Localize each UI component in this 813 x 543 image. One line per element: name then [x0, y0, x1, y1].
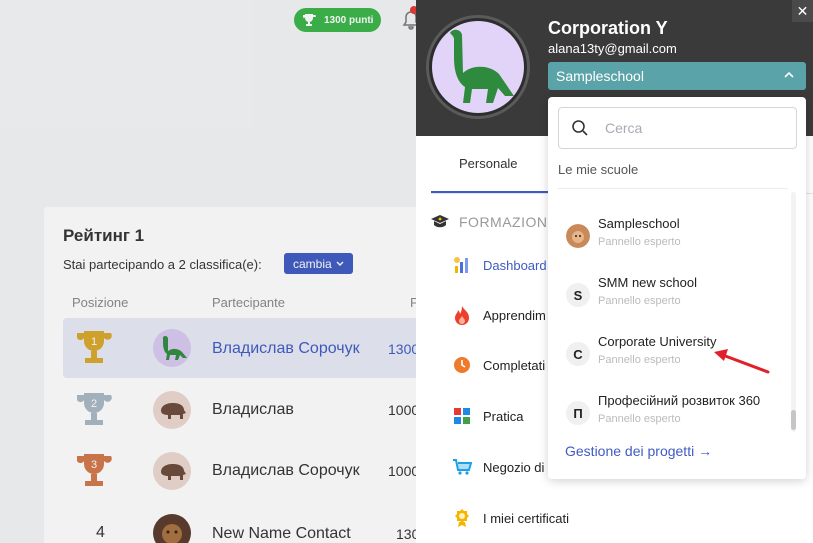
list-divider: [558, 188, 788, 189]
manage-projects-link[interactable]: Gestione dei progetti →: [565, 443, 712, 459]
dog-icon: [566, 224, 590, 248]
annotation-arrow: [714, 349, 770, 374]
organization-name: Corporation Y: [548, 18, 668, 38]
chart-icon: [452, 255, 472, 275]
scrollbar[interactable]: [791, 192, 796, 432]
close-button[interactable]: ✕: [792, 0, 813, 22]
menu-item-learning[interactable]: Apprendim: [452, 305, 546, 325]
chevron-up-icon: [784, 71, 794, 78]
school-item-profdev[interactable]: П Професійний розвиток 360 Pannello espe…: [566, 391, 786, 435]
menu-item-certificates[interactable]: I miei certificati: [452, 508, 569, 528]
school-logo: П: [566, 401, 590, 425]
menu-item-practice[interactable]: Pratica: [452, 406, 523, 426]
badge-icon: [452, 508, 472, 528]
my-schools-label: Le mie scuole: [558, 162, 639, 177]
school-role: Pannello esperto: [598, 413, 681, 425]
school-name: Sampleschool: [598, 216, 680, 231]
account-email: alana13ty@gmail.com: [548, 41, 677, 56]
menu-item-label: Dashboard: [483, 257, 547, 273]
menu-item-label: Negozio di: [483, 459, 545, 475]
fire-icon: [452, 305, 472, 325]
tab-personal[interactable]: Personale: [459, 156, 518, 171]
search-box[interactable]: [558, 107, 797, 149]
menu-item-label: Apprendim: [483, 307, 546, 323]
section-title: FORMAZION: [459, 214, 548, 230]
selected-school: Sampleschool: [556, 68, 644, 84]
school-name: Професійний розвиток 360: [598, 393, 761, 408]
menu-item-label: Pratica: [483, 408, 524, 424]
school-role: Pannello esperto: [598, 354, 681, 366]
section-header: FORMAZION: [430, 214, 548, 230]
school-item-smm[interactable]: S SMM new school Pannello esperto: [566, 273, 786, 317]
search-icon: [572, 120, 588, 136]
school-logo: [566, 224, 590, 248]
school-logo: S: [566, 283, 590, 307]
school-name: SMM new school: [598, 275, 697, 290]
search-input[interactable]: [605, 120, 775, 136]
menu-item-label: I miei certificati: [483, 510, 569, 526]
menu-item-completed[interactable]: Completati: [452, 355, 545, 375]
school-select[interactable]: Sampleschool: [548, 62, 806, 90]
school-item-sampleschool[interactable]: Sampleschool Pannello esperto: [566, 214, 786, 258]
menu-item-store[interactable]: Negozio di: [452, 457, 544, 477]
school-role: Pannello esperto: [598, 236, 681, 248]
school-dropdown: Le mie scuole Sampleschool Pannello espe…: [548, 97, 806, 479]
tab-active-indicator: [431, 191, 551, 193]
organization-avatar[interactable]: [432, 21, 524, 113]
scroll-thumb[interactable]: [791, 410, 796, 430]
school-name: Corporate University: [598, 334, 717, 349]
school-role: Pannello esperto: [598, 295, 681, 307]
clock-icon: [452, 355, 472, 375]
school-logo: C: [566, 342, 590, 366]
menu-item-dashboard[interactable]: Dashboard: [452, 255, 547, 275]
graduation-cap-icon: [431, 215, 449, 228]
cart-icon: [452, 457, 472, 477]
tiles-icon: [452, 406, 472, 426]
menu-item-label: Completati: [483, 357, 546, 373]
dinosaur-icon: [450, 29, 514, 103]
